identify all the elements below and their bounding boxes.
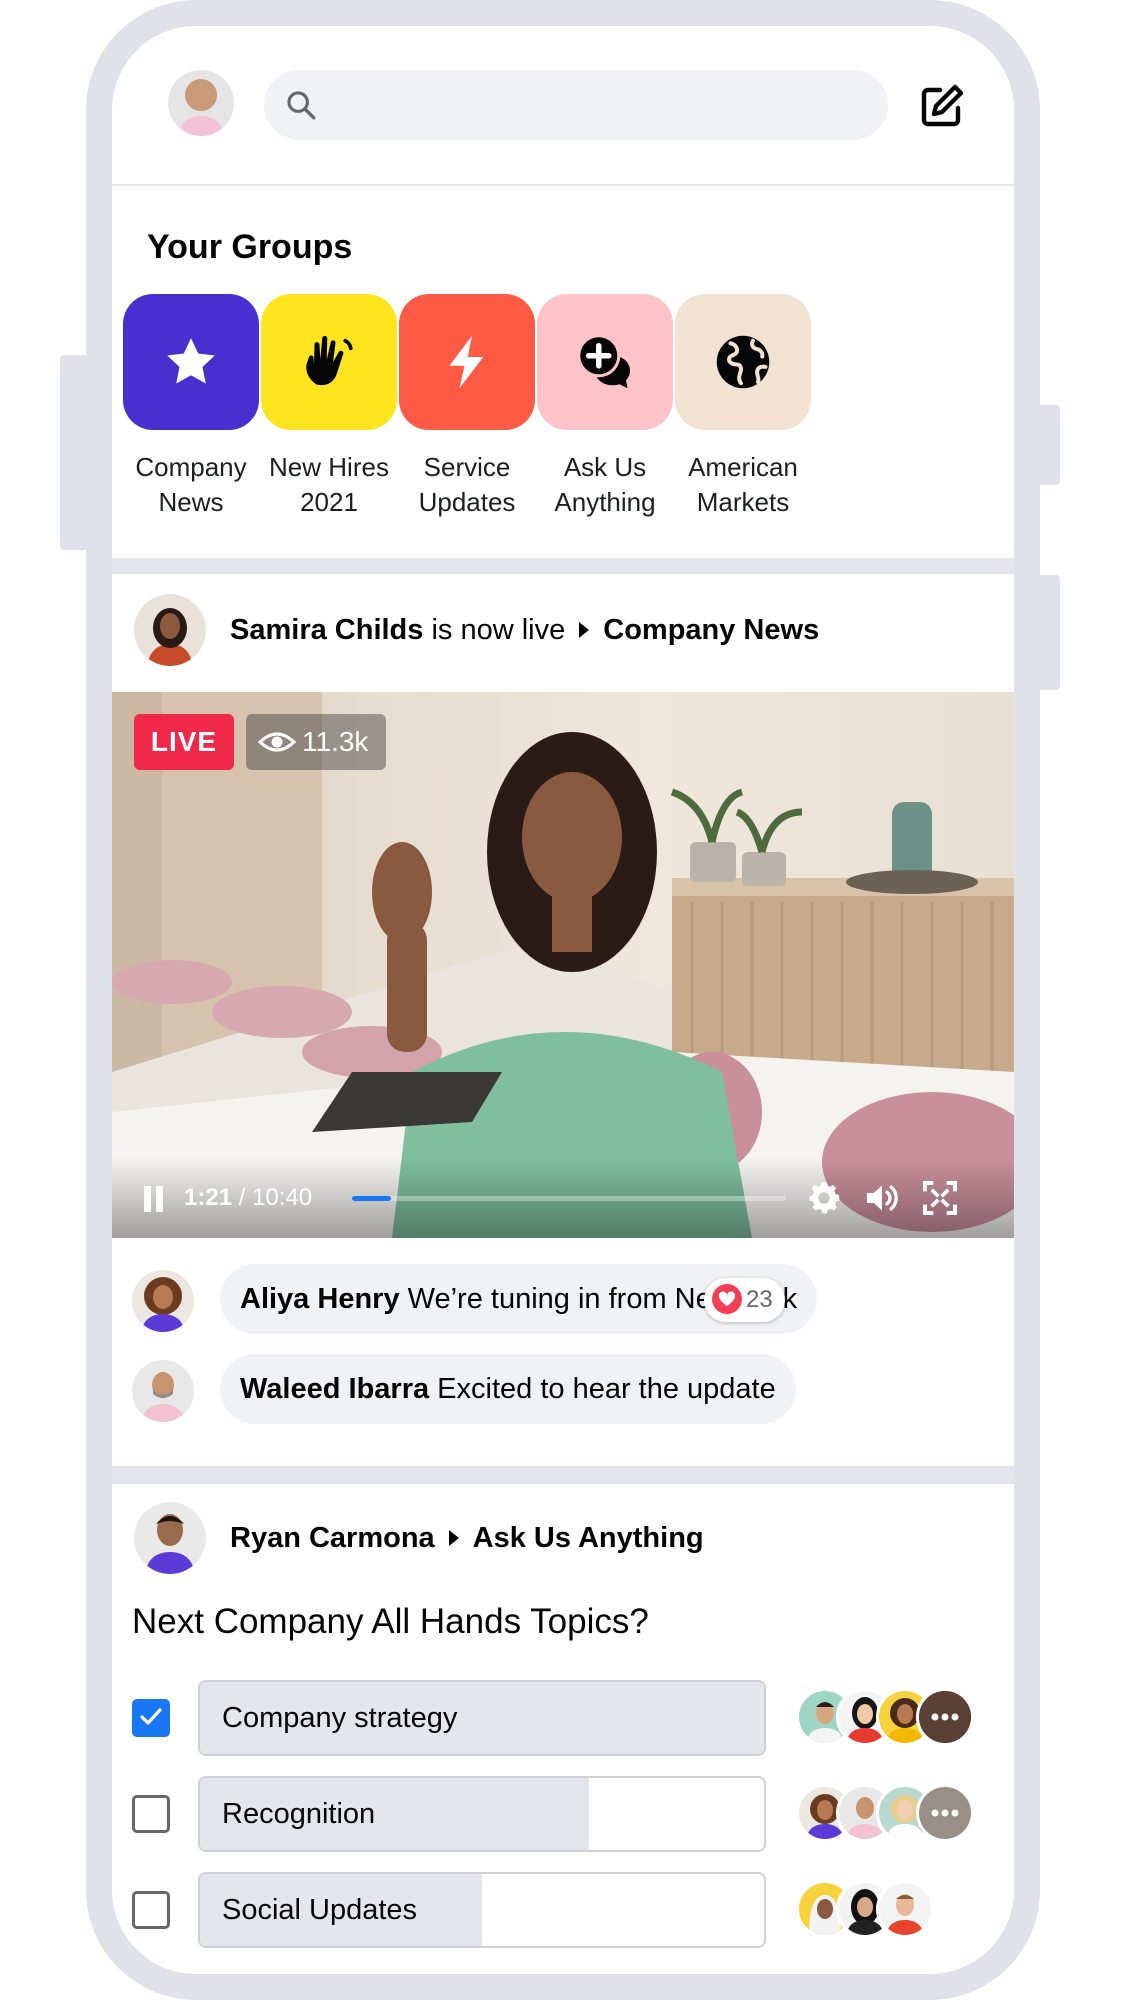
poll-option[interactable]: Company strategy <box>112 1680 1014 1756</box>
avatar[interactable] <box>132 1360 194 1422</box>
comment-item: Waleed Ibarra Excited to hear the update <box>112 1354 1014 1424</box>
settings-gear-icon[interactable] <box>804 1178 844 1218</box>
time-current: 1:21 <box>184 1184 233 1211</box>
group-tile <box>123 294 259 430</box>
reaction-count[interactable]: 23 <box>704 1278 785 1322</box>
app-screen: Your Groups Company News New Hires 2021 … <box>112 26 1014 1974</box>
checkmark-icon <box>140 1708 162 1725</box>
avatar[interactable] <box>132 1270 194 1332</box>
poll-option-label: Social Updates <box>222 1894 418 1926</box>
video-progress-fill <box>352 1196 392 1201</box>
caret-right-icon <box>448 1530 459 1547</box>
group-tile <box>399 294 535 430</box>
live-video-player[interactable]: LIVE 11.3k 1:21 / 10:40 <box>112 692 1014 1238</box>
group-link[interactable]: Ask Us Anything <box>473 1522 704 1554</box>
comment-text: Excited to hear the update <box>437 1373 776 1405</box>
post-header: Ryan Carmona Ask Us Anything <box>230 1522 704 1555</box>
post-header: Samira Childs is now live Company News <box>230 614 819 647</box>
comment-bubble: Waleed Ibarra Excited to hear the update <box>220 1354 796 1424</box>
star-icon <box>167 338 215 384</box>
poll-option-bar: Company strategy <box>198 1680 766 1756</box>
section-title: Your Groups <box>147 228 353 266</box>
group-label: New Hires 2021 <box>269 452 389 517</box>
group-link[interactable]: Company News <box>603 614 819 646</box>
group-label: American Markets <box>688 452 798 517</box>
reaction-count-text: 23 <box>746 1286 773 1313</box>
voter-avatar <box>876 1880 934 1938</box>
globe-icon <box>716 335 770 389</box>
phone-frame: Your Groups Company News New Hires 2021 … <box>86 0 1040 2000</box>
your-groups-section: Your Groups Company News New Hires 2021 … <box>112 186 1014 558</box>
time-separator: / <box>232 1184 253 1211</box>
top-bar <box>112 26 1014 184</box>
voter-avatar-more <box>916 1688 974 1746</box>
group-label: Ask Us Anything <box>554 452 656 517</box>
group-tile <box>675 294 811 430</box>
status-text: is now live <box>431 614 566 646</box>
checkbox-unchecked[interactable] <box>132 1795 170 1833</box>
avatar-image <box>134 1502 206 1574</box>
group-label: Company News <box>135 452 247 517</box>
viewer-count: 11.3k <box>246 714 386 770</box>
group-american-markets[interactable]: American Markets <box>673 294 813 520</box>
group-ask-us-anything[interactable]: Ask Us Anything <box>535 294 675 520</box>
avatar[interactable] <box>134 594 206 666</box>
video-time: 1:21 / 10:40 <box>184 1184 312 1212</box>
poll-option-bar: Recognition <box>198 1776 766 1852</box>
viewer-count-text: 11.3k <box>302 726 369 757</box>
group-tile <box>537 294 673 430</box>
poll-post-card: Ryan Carmona Ask Us Anything Next Company… <box>112 1484 1014 1974</box>
video-progress-bar[interactable] <box>352 1196 786 1201</box>
live-badge: LIVE <box>134 714 234 770</box>
eye-icon <box>258 732 296 752</box>
heart-icon <box>712 1283 742 1314</box>
profile-avatar[interactable] <box>168 70 234 136</box>
author-name[interactable]: Samira Childs <box>230 614 423 646</box>
lightning-icon <box>449 335 484 389</box>
poll-option[interactable]: Social Updates <box>112 1872 1014 1948</box>
avatar-image <box>134 594 206 666</box>
comment-item: Aliya Henry We’re tuning in from New Yor… <box>112 1264 1014 1334</box>
avatar-image <box>132 1270 194 1332</box>
comment-author[interactable]: Waleed Ibarra <box>240 1373 429 1405</box>
live-post-card: Samira Childs is now live Company News L… <box>112 574 1014 1466</box>
checkbox-unchecked[interactable] <box>132 1891 170 1929</box>
pause-icon[interactable] <box>142 1186 166 1212</box>
video-controls: 1:21 / 10:40 <box>112 1158 1014 1238</box>
search-bar[interactable] <box>264 70 888 140</box>
phone-side-button <box>60 355 88 550</box>
voter-avatar-more <box>916 1784 974 1842</box>
chat-bubbles-icon <box>577 334 630 389</box>
comment-author[interactable]: Aliya Henry <box>240 1283 400 1315</box>
compose-icon[interactable] <box>918 82 966 130</box>
poll-question: Next Company All Hands Topics? <box>132 1602 649 1641</box>
poll-option-bar: Social Updates <box>198 1872 766 1948</box>
checkbox-checked[interactable] <box>132 1699 170 1737</box>
author-name[interactable]: Ryan Carmona <box>230 1522 435 1554</box>
avatar[interactable] <box>134 1502 206 1574</box>
caret-right-icon <box>579 622 590 639</box>
poll-option[interactable]: Recognition <box>112 1776 1014 1852</box>
search-icon <box>287 91 316 120</box>
fullscreen-icon[interactable] <box>920 1178 960 1218</box>
poll-option-label: Recognition <box>222 1798 376 1830</box>
group-new-hires-2021[interactable]: New Hires 2021 <box>259 294 399 520</box>
video-frame <box>112 692 1014 1238</box>
poll-option-label: Company strategy <box>222 1702 458 1734</box>
group-service-updates[interactable]: Service Updates <box>397 294 537 520</box>
group-tile <box>261 294 397 430</box>
time-total: 10:40 <box>252 1184 313 1211</box>
wave-hand-icon <box>306 335 353 386</box>
group-company-news[interactable]: Company News <box>121 294 261 520</box>
avatar-image <box>132 1360 194 1422</box>
volume-icon[interactable] <box>862 1178 902 1218</box>
group-label: Service Updates <box>418 452 516 517</box>
